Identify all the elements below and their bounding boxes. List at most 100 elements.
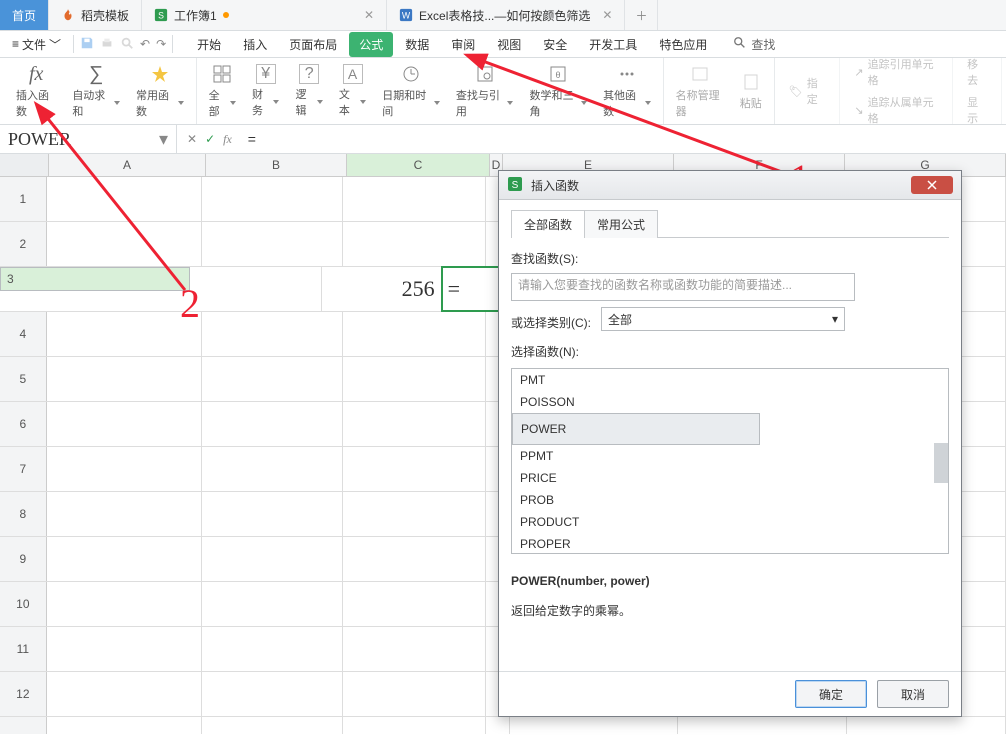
ribbon-tab-dev[interactable]: 开发工具 bbox=[579, 32, 647, 57]
dialog-close-button[interactable] bbox=[911, 176, 953, 194]
row-header[interactable]: 7 bbox=[0, 447, 47, 491]
function-item[interactable]: PROPER bbox=[512, 533, 948, 553]
ribbon-tab-data[interactable]: 数据 bbox=[395, 32, 439, 57]
cell-D13[interactable] bbox=[486, 717, 510, 734]
row-header[interactable]: 1 bbox=[0, 177, 47, 221]
cell-A1[interactable] bbox=[47, 177, 203, 221]
function-item[interactable]: PRICE bbox=[512, 467, 948, 489]
cell-C6[interactable] bbox=[343, 402, 486, 446]
cell-B4[interactable] bbox=[202, 312, 343, 356]
function-item[interactable]: PROB bbox=[512, 489, 948, 511]
cell-B13[interactable] bbox=[202, 717, 343, 734]
cancel-button[interactable]: 取消 bbox=[877, 680, 949, 708]
insert-function-button[interactable]: fx 插入函数 bbox=[8, 59, 64, 123]
row-header[interactable]: 5 bbox=[0, 357, 47, 401]
save-icon[interactable] bbox=[80, 36, 94, 53]
cell-A8[interactable] bbox=[47, 492, 203, 536]
cancel-icon[interactable]: ✕ bbox=[187, 132, 197, 146]
name-manager-button[interactable]: 名称管理器 bbox=[668, 59, 732, 123]
cell-C10[interactable] bbox=[343, 582, 486, 626]
cell-A4[interactable] bbox=[47, 312, 203, 356]
cell-C5[interactable] bbox=[343, 357, 486, 401]
row-header[interactable]: 9 bbox=[0, 537, 47, 581]
cell-C7[interactable] bbox=[343, 447, 486, 491]
tab-templates[interactable]: 稻壳模板 bbox=[49, 0, 142, 30]
paste-name-button[interactable]: 粘贴 bbox=[732, 67, 770, 115]
cell-A10[interactable] bbox=[47, 582, 203, 626]
cell-A11[interactable] bbox=[47, 627, 203, 671]
cell-B2[interactable] bbox=[202, 222, 343, 266]
row-header[interactable]: 8 bbox=[0, 492, 47, 536]
cell-F13[interactable] bbox=[678, 717, 846, 734]
column-header-C[interactable]: C bbox=[347, 154, 490, 176]
cell-C4[interactable] bbox=[343, 312, 486, 356]
accept-icon[interactable]: ✓ bbox=[205, 132, 215, 146]
lookup-func-button[interactable]: 查找与引用 bbox=[448, 59, 522, 123]
finance-func-button[interactable]: ¥财务 bbox=[244, 60, 287, 122]
row-header[interactable]: 12 bbox=[0, 672, 47, 716]
name-box[interactable]: POWER ▾ bbox=[0, 125, 177, 153]
tab-excel-tips[interactable]: W Excel表格技...—如何按颜色筛选 ✕ bbox=[387, 0, 625, 30]
cell-E13[interactable] bbox=[510, 717, 678, 734]
cell-A5[interactable] bbox=[47, 357, 203, 401]
show-formulas-button[interactable]: 显示 bbox=[961, 92, 993, 128]
logic-func-button[interactable]: ?逻辑 bbox=[287, 60, 330, 122]
cell-B3[interactable]: 256 bbox=[322, 267, 442, 311]
cell-C12[interactable] bbox=[343, 672, 486, 716]
tab-workbook[interactable]: S 工作簿1 ✕ bbox=[142, 0, 387, 30]
row-header[interactable]: 10 bbox=[0, 582, 47, 626]
cell-B11[interactable] bbox=[202, 627, 343, 671]
function-item[interactable]: POISSON bbox=[512, 391, 948, 413]
other-func-button[interactable]: 其他函数 bbox=[595, 59, 659, 123]
trace-dependents-button[interactable]: ↘追踪从属单元格 bbox=[848, 92, 944, 128]
tab-add[interactable]: ＋ bbox=[625, 0, 658, 30]
function-item[interactable]: PRODUCT bbox=[512, 511, 948, 533]
row-header[interactable]: 11 bbox=[0, 627, 47, 671]
ribbon-tab-review[interactable]: 审阅 bbox=[441, 32, 485, 57]
cell-A9[interactable] bbox=[47, 537, 203, 581]
define-name-button[interactable]: 🏷指定 bbox=[783, 73, 832, 109]
tab-home[interactable]: 首页 bbox=[0, 0, 49, 30]
file-menu[interactable]: ≡ 文件 ﹀ bbox=[6, 36, 67, 53]
fx-icon[interactable]: fx bbox=[223, 132, 232, 147]
function-item[interactable]: PPMT bbox=[512, 445, 948, 467]
redo-icon[interactable]: ↷ bbox=[156, 37, 166, 51]
category-select[interactable]: 全部 ▾ bbox=[601, 307, 845, 331]
tab-common-formulas[interactable]: 常用公式 bbox=[584, 210, 658, 238]
row-header[interactable]: 2 bbox=[0, 222, 47, 266]
close-icon[interactable]: ✕ bbox=[364, 8, 374, 22]
close-icon[interactable]: ✕ bbox=[602, 8, 612, 22]
cell-B8[interactable] bbox=[202, 492, 343, 536]
chevron-down-icon[interactable]: ▾ bbox=[159, 129, 168, 150]
row-header[interactable]: 6 bbox=[0, 402, 47, 446]
cell-C13[interactable] bbox=[343, 717, 486, 734]
ribbon-tab-start[interactable]: 开始 bbox=[187, 32, 231, 57]
datetime-func-button[interactable]: 日期和时间 bbox=[374, 59, 448, 123]
cell-G13[interactable] bbox=[847, 717, 1006, 734]
cell-C11[interactable] bbox=[343, 627, 486, 671]
cell-A6[interactable] bbox=[47, 402, 203, 446]
row-header[interactable]: 3 bbox=[0, 267, 190, 291]
search-function-input[interactable]: 请输入您要查找的函数名称或函数功能的简要描述... bbox=[511, 273, 855, 301]
cell-C8[interactable] bbox=[343, 492, 486, 536]
trace-precedents-button[interactable]: ↗追踪引用单元格 bbox=[848, 54, 944, 90]
column-header-B[interactable]: B bbox=[206, 154, 347, 176]
formula-input[interactable]: = bbox=[242, 131, 262, 147]
autosum-button[interactable]: ∑ 自动求和 bbox=[64, 59, 128, 123]
cell-B6[interactable] bbox=[202, 402, 343, 446]
cell-B5[interactable] bbox=[202, 357, 343, 401]
cell-A2[interactable] bbox=[47, 222, 203, 266]
undo-icon[interactable]: ↶ bbox=[140, 37, 150, 51]
cell-B9[interactable] bbox=[202, 537, 343, 581]
ribbon-tab-security[interactable]: 安全 bbox=[533, 32, 577, 57]
ribbon-tab-special[interactable]: 特色应用 bbox=[649, 32, 717, 57]
ribbon-tab-layout[interactable]: 页面布局 bbox=[279, 32, 347, 57]
row-header[interactable]: 13 bbox=[0, 717, 47, 734]
scrollbar-thumb[interactable] bbox=[934, 443, 948, 483]
tab-all-functions[interactable]: 全部函数 bbox=[511, 210, 585, 238]
cell-A12[interactable] bbox=[47, 672, 203, 716]
column-header-A[interactable]: A bbox=[49, 154, 206, 176]
cell-C2[interactable] bbox=[343, 222, 486, 266]
cell-A3[interactable] bbox=[190, 267, 322, 311]
ribbon-tab-view[interactable]: 视图 bbox=[487, 32, 531, 57]
